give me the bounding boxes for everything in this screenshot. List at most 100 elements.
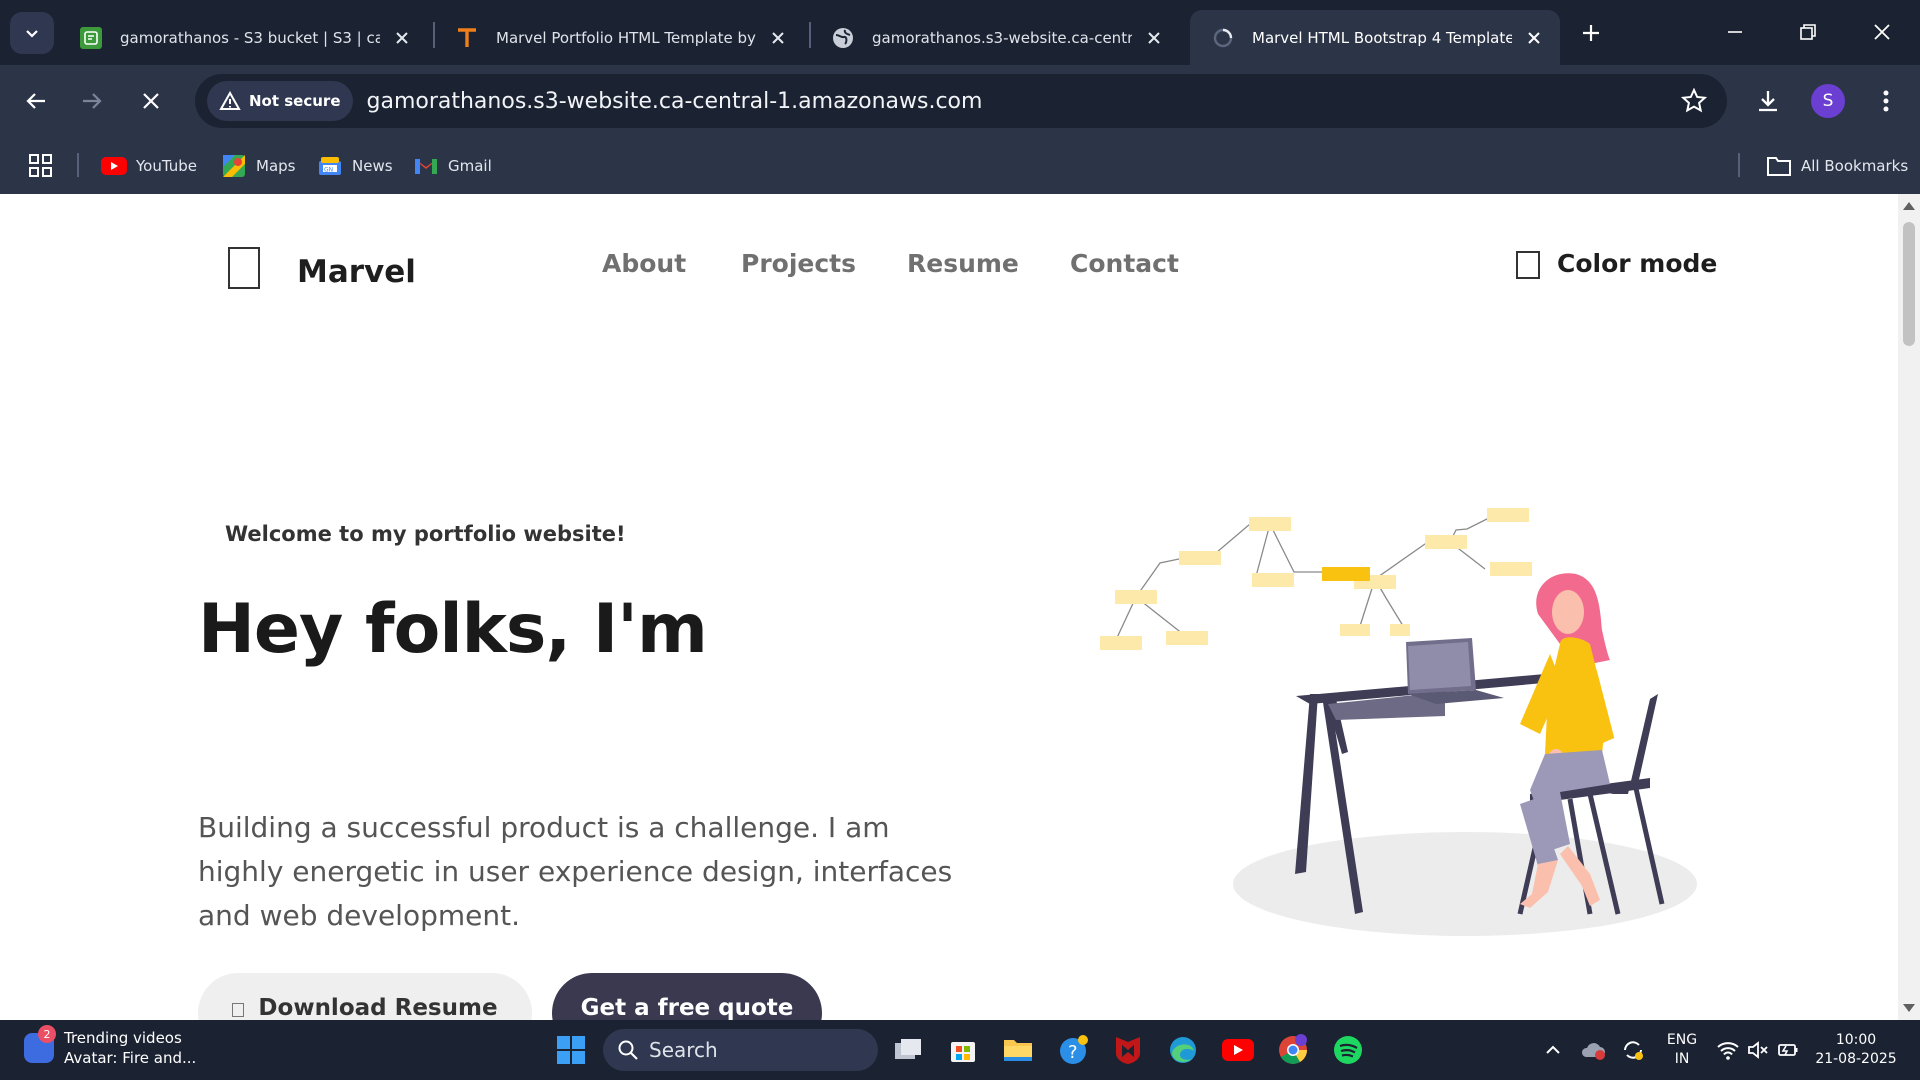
tab-title: Marvel HTML Bootstrap 4 Template <box>1252 28 1512 47</box>
download-icon <box>232 1003 245 1017</box>
scroll-up-arrow[interactable] <box>1903 202 1915 210</box>
restore-button[interactable] <box>1786 12 1830 52</box>
tab-s3-website[interactable]: gamorathanos.s3-website.ca-central-1.ama… <box>810 10 1180 65</box>
onedrive-tray-button[interactable] <box>1575 1032 1611 1068</box>
wifi-icon <box>1717 1042 1739 1060</box>
news-widget-icon: 2 <box>24 1025 56 1063</box>
bookmark-news[interactable]: GN News <box>317 151 393 181</box>
news-badge: 2 <box>38 1025 56 1043</box>
toopx-t-icon <box>456 27 478 49</box>
free-quote-button[interactable]: Get a free quote <box>552 973 822 1020</box>
clock[interactable]: 10:00 21-08-2025 <box>1814 1031 1898 1069</box>
tab-s3-bucket[interactable]: gamorathanos - S3 bucket | S3 | ca-centr… <box>58 10 428 65</box>
help-icon: ? <box>1060 1035 1088 1064</box>
apps-grid-icon <box>29 154 52 177</box>
tab-search-button[interactable] <box>10 12 54 54</box>
chevron-up-icon <box>1546 1045 1560 1054</box>
security-chip[interactable]: Not secure <box>207 81 353 121</box>
page-scrollbar[interactable] <box>1898 194 1920 1020</box>
task-view-button[interactable] <box>890 1032 926 1068</box>
logo-image-placeholder[interactable] <box>228 247 260 289</box>
cloud-icon <box>1581 1043 1605 1060</box>
store-icon <box>951 1042 975 1062</box>
gmail-icon <box>413 155 439 177</box>
tab-title: Marvel Portfolio HTML Template by Toopx <box>496 28 756 47</box>
all-bookmarks-label: All Bookmarks <box>1801 157 1909 175</box>
nav-contact[interactable]: Contact <box>1070 249 1179 278</box>
spotify-icon <box>1334 1036 1362 1064</box>
bookmark-gmail[interactable]: Gmail <box>413 151 492 181</box>
youtube-app-button[interactable] <box>1220 1032 1256 1068</box>
battery-tray-button[interactable] <box>1770 1032 1806 1068</box>
warning-triangle-icon <box>219 91 241 110</box>
bookmark-label: Maps <box>256 157 296 175</box>
news-widget[interactable]: 2 Trending videos Avatar: Fire and... <box>24 1025 196 1068</box>
nav-resume[interactable]: Resume <box>907 249 1019 278</box>
restore-icon <box>1800 24 1816 40</box>
close-icon[interactable] <box>1522 26 1546 50</box>
close-icon[interactable] <box>390 26 414 50</box>
help-app-button[interactable]: ? <box>1056 1032 1092 1068</box>
menu-button[interactable] <box>1866 81 1906 121</box>
bookmark-divider <box>77 153 79 177</box>
scroll-down-arrow[interactable] <box>1903 1004 1915 1012</box>
close-icon[interactable] <box>1142 26 1166 50</box>
tab-title: gamorathanos.s3-website.ca-central-1.ama… <box>872 28 1132 47</box>
task-view-icon <box>895 1039 921 1059</box>
sync-tray-button[interactable] <box>1615 1032 1651 1068</box>
input-language[interactable]: ENG IN <box>1665 1031 1699 1069</box>
aws-s3-icon <box>80 26 102 49</box>
downloads-button[interactable] <box>1748 81 1788 121</box>
plus-icon <box>1583 25 1599 41</box>
kebab-menu-icon <box>1883 90 1889 112</box>
close-icon <box>143 93 159 109</box>
bookmark-star-icon[interactable] <box>1681 88 1707 114</box>
all-bookmarks-button[interactable]: All Bookmarks <box>1766 151 1908 181</box>
laptop <box>1406 638 1504 704</box>
windows-taskbar: 2 Trending videos Avatar: Fire and... Se… <box>0 1020 1920 1080</box>
microsoft-store-button[interactable] <box>945 1032 981 1068</box>
mcafee-button[interactable] <box>1110 1032 1146 1068</box>
forward-button[interactable] <box>72 81 112 121</box>
browser-toolbar: Not secure gamorathanos.s3-website.ca-ce… <box>0 65 1920 137</box>
back-button[interactable] <box>16 81 56 121</box>
brand-name[interactable]: Marvel <box>297 254 416 290</box>
taskbar-search-label: Search <box>649 1038 718 1062</box>
close-icon <box>1874 24 1890 40</box>
download-resume-button[interactable]: Download Resume <box>198 973 532 1020</box>
file-explorer-button[interactable] <box>1000 1032 1036 1068</box>
tab-marvel-template[interactable]: Marvel HTML Bootstrap 4 Template <box>1190 10 1560 65</box>
download-resume-label: Download Resume <box>258 995 498 1020</box>
input-language-top: ENG <box>1666 1032 1698 1048</box>
url-text[interactable]: gamorathanos.s3-website.ca-central-1.ama… <box>367 89 983 114</box>
bookmark-label: YouTube <box>136 157 197 175</box>
spotify-button[interactable] <box>1330 1032 1366 1068</box>
nav-about[interactable]: About <box>602 249 686 278</box>
close-icon[interactable] <box>766 26 790 50</box>
close-window-button[interactable] <box>1860 12 1904 52</box>
color-mode-checkbox[interactable] <box>1516 251 1540 279</box>
address-bar[interactable]: Not secure gamorathanos.s3-website.ca-ce… <box>195 74 1727 128</box>
taskbar-search[interactable]: Search <box>603 1029 878 1071</box>
bookmark-maps[interactable]: Maps <box>221 151 295 181</box>
tab-toopx[interactable]: Marvel Portfolio HTML Template by Toopx <box>434 10 804 65</box>
mcafee-shield-icon <box>1116 1037 1140 1064</box>
color-mode-label[interactable]: Color mode <box>1557 249 1717 278</box>
nav-projects[interactable]: Projects <box>741 249 856 278</box>
edge-icon <box>1170 1037 1196 1063</box>
chrome-button[interactable] <box>1275 1032 1311 1068</box>
globe-icon <box>832 27 854 49</box>
tab-strip: gamorathanos - S3 bucket | S3 | ca-centr… <box>0 0 1920 65</box>
scrollbar-thumb[interactable] <box>1903 222 1915 346</box>
minimize-button[interactable] <box>1713 12 1757 52</box>
apps-button[interactable] <box>28 151 54 181</box>
profile-avatar[interactable]: S <box>1811 84 1845 118</box>
new-tab-button[interactable] <box>1574 16 1608 50</box>
bookmark-youtube[interactable]: YouTube <box>101 151 197 181</box>
start-button[interactable] <box>553 1032 589 1068</box>
stop-loading-button[interactable] <box>131 81 171 121</box>
bookmark-label: News <box>352 157 393 175</box>
input-language-bottom: IN <box>1674 1051 1690 1067</box>
tray-overflow-button[interactable] <box>1535 1032 1571 1068</box>
edge-browser-button[interactable] <box>1165 1032 1201 1068</box>
